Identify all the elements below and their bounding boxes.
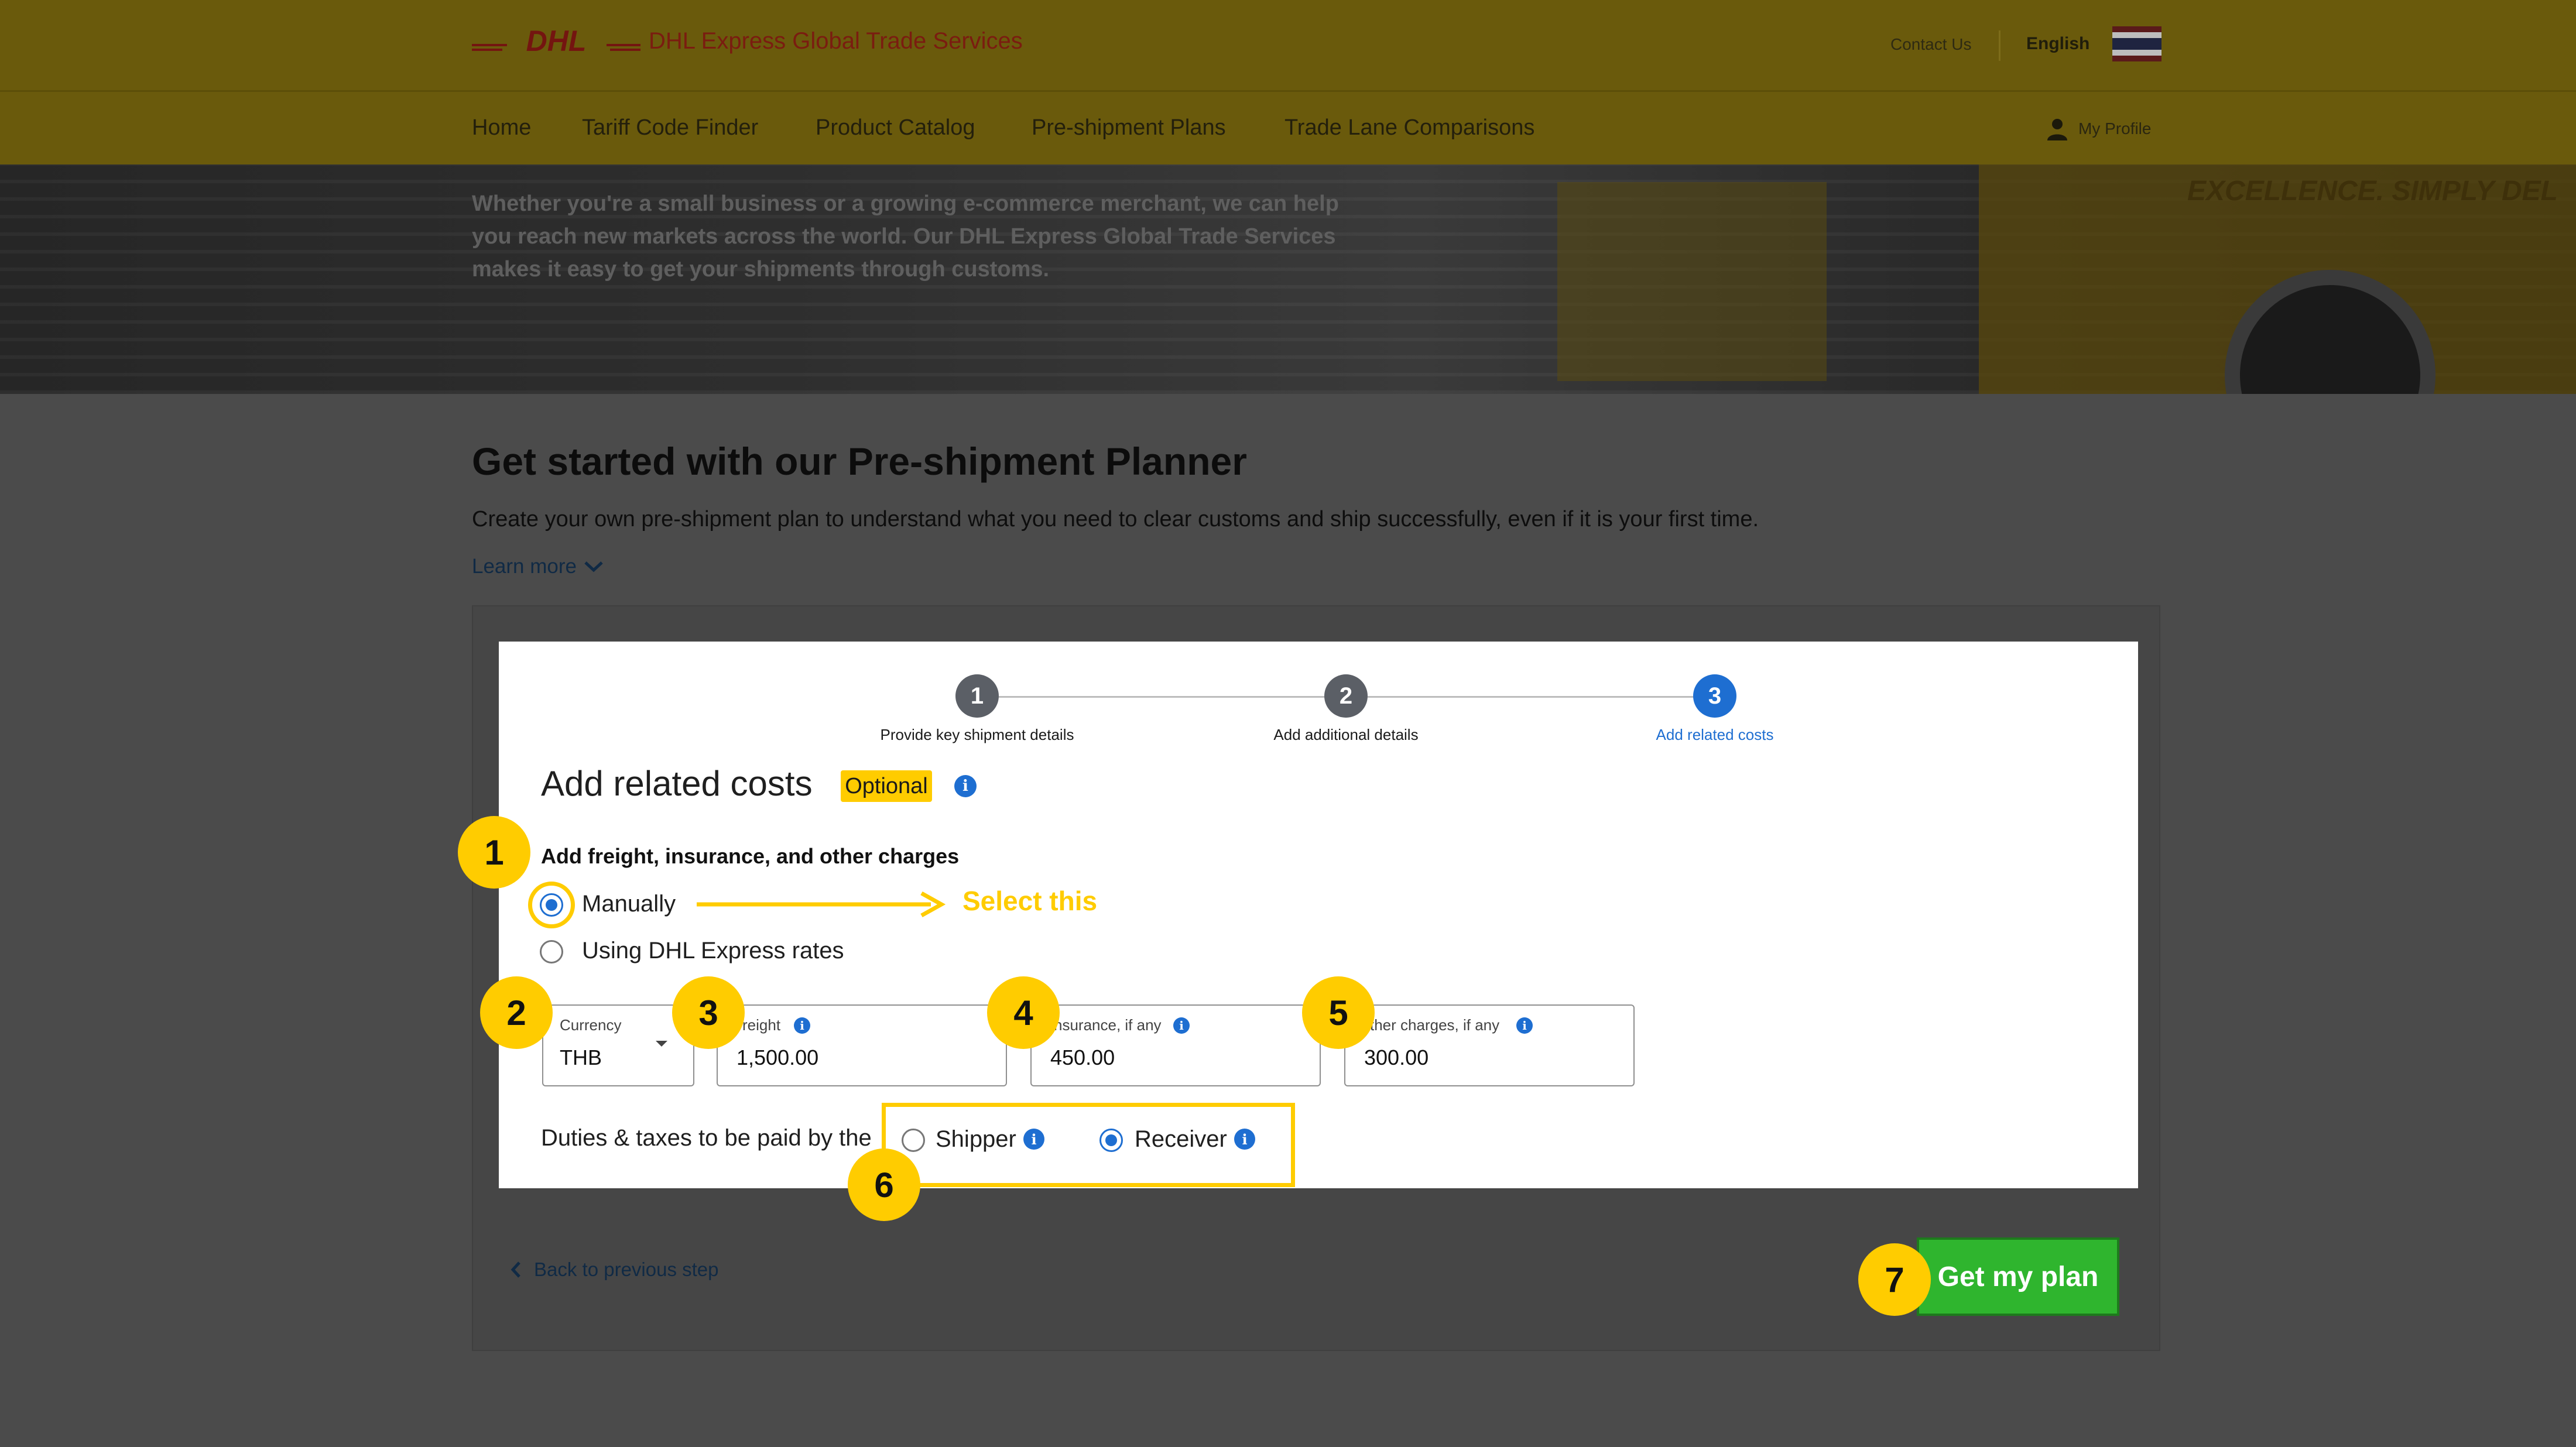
nav-home[interactable]: Home [472, 115, 531, 140]
page-title: Get started with our Pre-shipment Planne… [472, 440, 1247, 483]
nav-trade-lane-comparisons[interactable]: Trade Lane Comparisons [1284, 115, 1534, 140]
back-label: Back to previous step [534, 1259, 719, 1280]
top-header [0, 0, 2576, 92]
receiver-info-icon[interactable]: i [1234, 1129, 1255, 1150]
site-title: DHL Express Global Trade Services [649, 28, 1023, 54]
chevron-down-icon [584, 561, 603, 572]
step-3-circle: 3 [1693, 674, 1736, 718]
step-badge-3: 3 [672, 976, 745, 1049]
step-badge-7: 7 [1858, 1243, 1931, 1316]
contact-us-link[interactable]: Contact Us [1890, 35, 1972, 54]
step-1-circle: 1 [955, 674, 999, 718]
dhl-logo[interactable]: DHL [472, 26, 640, 56]
step-2-label: Add additional details [1273, 726, 1419, 743]
nav-tariff-code-finder[interactable]: Tariff Code Finder [582, 115, 758, 140]
insurance-value: 450.00 [1050, 1045, 1115, 1069]
receiver-label[interactable]: Receiver [1135, 1126, 1227, 1153]
freight-value: 1,500.00 [737, 1045, 819, 1069]
step-2-circle: 2 [1324, 674, 1368, 718]
arrow-right-icon [697, 891, 946, 918]
charges-section-label: Add freight, insurance, and other charge… [541, 844, 960, 868]
user-icon [2047, 119, 2067, 140]
step-badge-2: 2 [480, 976, 553, 1049]
manually-highlight-ring [528, 882, 575, 928]
currency-field-label: Currency [560, 1016, 622, 1034]
shipper-info-icon[interactable]: i [1023, 1129, 1044, 1150]
manually-label[interactable]: Manually [582, 891, 676, 917]
nav-product-catalog[interactable]: Product Catalog [816, 115, 975, 140]
learn-more-link[interactable]: Learn more [472, 555, 604, 578]
currency-value: THB [560, 1045, 602, 1069]
step-1-label: Provide key shipment details [880, 726, 1074, 743]
language-selector[interactable]: English [2026, 34, 2089, 54]
step-connector-1 [999, 696, 1325, 698]
select-this-hint: Select this [962, 886, 1098, 916]
page-description: Create your own pre-shipment plan to und… [472, 507, 1759, 532]
other-charges-info-icon[interactable]: i [1516, 1017, 1533, 1034]
back-button[interactable]: Back to previous step [511, 1259, 719, 1281]
info-icon[interactable]: i [954, 775, 977, 797]
hero-watermark: EXCELLENCE. SIMPLY DEL [2187, 176, 2558, 207]
optional-badge: Optional [841, 770, 932, 802]
thailand-flag-icon[interactable] [2112, 26, 2161, 61]
step-badge-1: 1 [458, 816, 530, 889]
other-charges-value: 300.00 [1364, 1045, 1429, 1069]
insurance-field-label: nsurance, if any [1054, 1016, 1162, 1034]
dhl-logo-text: DHL [526, 26, 587, 56]
step-badge-6: 6 [848, 1148, 920, 1221]
form-title: Add related costs [541, 764, 813, 803]
freight-field-label: reight [742, 1016, 781, 1034]
insurance-info-icon[interactable]: i [1173, 1017, 1190, 1034]
nav-pre-shipment-plans[interactable]: Pre-shipment Plans [1032, 115, 1226, 140]
my-profile-label: My Profile [2078, 119, 2152, 138]
shipper-radio[interactable] [902, 1129, 925, 1152]
learn-more-label: Learn more [472, 555, 577, 578]
dropdown-arrow-icon [656, 1041, 667, 1047]
shipper-label[interactable]: Shipper [936, 1126, 1016, 1153]
hero-text: Whether you're a small business or a gro… [472, 191, 1339, 282]
receiver-radio[interactable] [1099, 1129, 1123, 1152]
other-charges-field-label: ther charges, if any [1370, 1016, 1500, 1034]
freight-info-icon[interactable]: i [794, 1017, 810, 1034]
step-connector-2 [1368, 696, 1694, 698]
get-my-plan-button[interactable]: Get my plan [1917, 1237, 2119, 1316]
step-badge-4: 4 [987, 976, 1060, 1049]
dhl-rates-label[interactable]: Using DHL Express rates [582, 938, 844, 964]
step-badge-5: 5 [1302, 976, 1375, 1049]
dhl-rates-radio[interactable] [540, 940, 563, 963]
chevron-left-icon [511, 1261, 520, 1278]
hero-boxes-image [1557, 182, 1827, 381]
duties-label: Duties & taxes to be paid by the [541, 1125, 872, 1151]
header-divider [1999, 30, 2000, 61]
my-profile-link[interactable]: My Profile [2046, 117, 2151, 140]
step-3-label: Add related costs [1656, 726, 1774, 743]
